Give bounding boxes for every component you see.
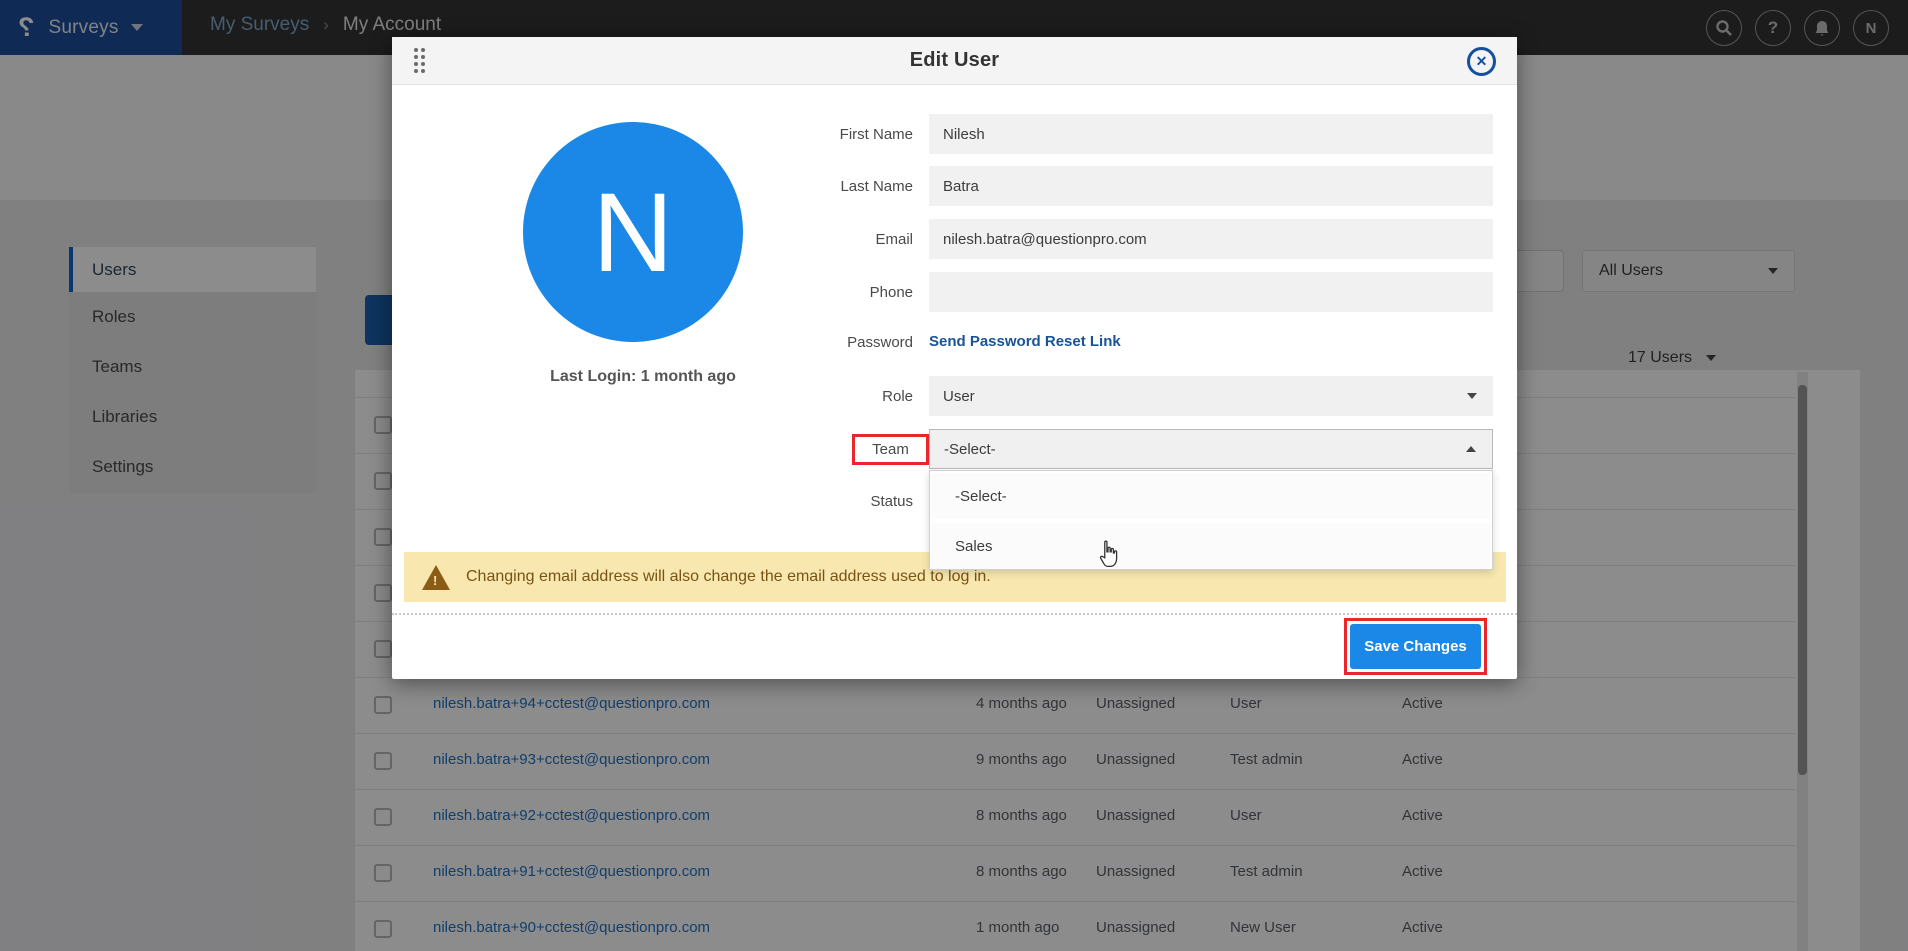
team-option-select[interactable]: -Select- [931, 473, 1491, 519]
edit-user-modal: Edit User ✕ N Last Login: 1 month ago Fi… [392, 37, 1517, 679]
close-glyph: ✕ [1476, 53, 1488, 70]
team-label-annotation: Team [852, 434, 929, 465]
chevron-up-icon [1466, 446, 1476, 452]
phone-field[interactable] [929, 272, 1493, 312]
modal-header: Edit User ✕ [392, 37, 1517, 85]
password-label: Password [692, 324, 913, 360]
close-icon[interactable]: ✕ [1467, 47, 1496, 76]
email-field[interactable]: nilesh.batra@questionpro.com [929, 219, 1493, 259]
first-name-field[interactable]: Nilesh [929, 114, 1493, 154]
role-select[interactable]: User [929, 376, 1493, 416]
team-option-sales[interactable]: Sales [931, 523, 1491, 569]
team-select[interactable]: -Select- [929, 429, 1493, 469]
avatar-initial: N [593, 168, 674, 297]
send-password-reset-link[interactable]: Send Password Reset Link [929, 333, 1121, 350]
footer-divider [392, 613, 1517, 615]
mouse-cursor-hand [1096, 540, 1120, 573]
team-label: Team [872, 441, 909, 458]
last-name-value: Batra [943, 178, 979, 195]
warning-icon: ! [422, 565, 450, 590]
warning-text: Changing email address will also change … [466, 568, 991, 586]
role-value: User [943, 388, 975, 405]
team-dropdown-panel: -Select- Sales [929, 470, 1493, 570]
modal-title: Edit User [392, 49, 1517, 72]
save-changes-button[interactable]: Save Changes [1350, 624, 1481, 669]
email-label: Email [692, 219, 913, 259]
last-name-field[interactable]: Batra [929, 166, 1493, 206]
email-value: nilesh.batra@questionpro.com [943, 231, 1147, 248]
status-label: Status [692, 481, 913, 521]
team-value: -Select- [944, 441, 996, 458]
screen: Surveys Organization Explore research me… [0, 0, 1908, 951]
last-name-label: Last Name [692, 166, 913, 206]
first-name-label: First Name [692, 114, 913, 154]
phone-label: Phone [692, 272, 913, 312]
warning-exclamation: ! [433, 573, 437, 588]
chevron-down-icon [1467, 393, 1477, 399]
first-name-value: Nilesh [943, 126, 985, 143]
role-label: Role [692, 376, 913, 416]
